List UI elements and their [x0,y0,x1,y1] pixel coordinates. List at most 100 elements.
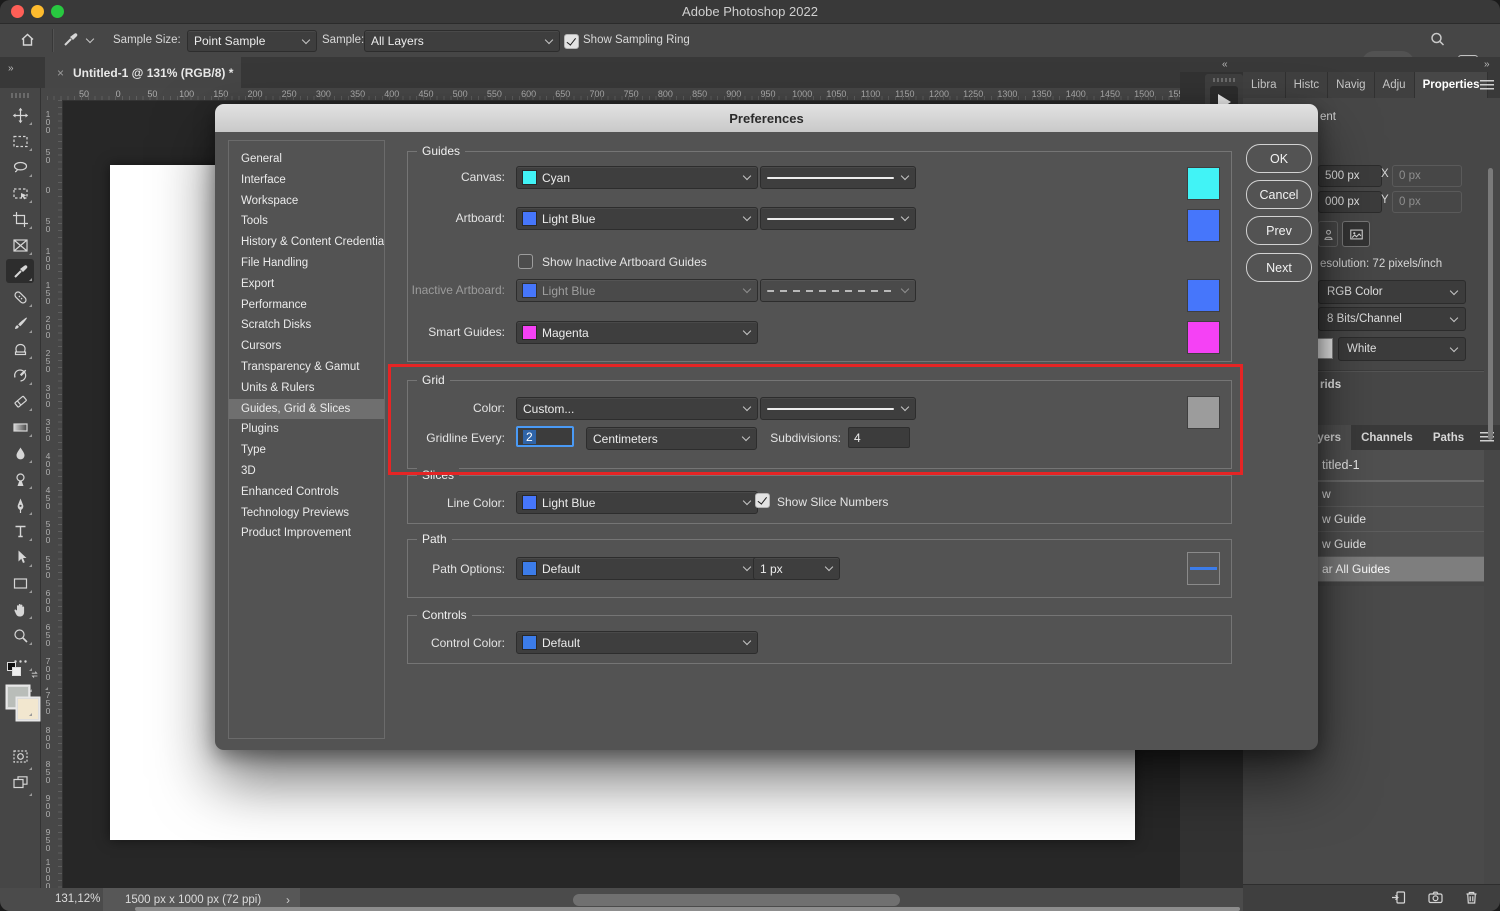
tab-libra[interactable]: Libra [1243,72,1286,98]
type-tool[interactable] [6,519,34,543]
subdivisions-input[interactable]: 4 [848,427,910,448]
chevron-down-icon [743,497,751,505]
horizontal-scrollbar[interactable] [573,894,900,906]
tab-channels[interactable]: Channels [1351,425,1423,450]
canvas-guide-style-select[interactable] [760,166,916,189]
toolbar-grip[interactable] [11,93,29,98]
control-color-select[interactable]: Default [516,631,758,654]
new-snapshot-doc-icon[interactable] [1390,889,1407,906]
tab-histc[interactable]: Histc [1286,72,1329,98]
close-icon[interactable]: × [57,66,64,80]
artboard-guide-style-select[interactable] [760,207,916,230]
sidebar-item-transparency-gamut[interactable]: Transparency & Gamut [229,357,384,378]
eyedropper-icon[interactable] [62,31,79,53]
crop-tool[interactable] [6,207,34,231]
expand-panels-icon[interactable]: » [1484,59,1489,70]
panel-scrollbar[interactable] [1488,168,1493,440]
artboard-guide-swatch[interactable] [1188,210,1219,241]
sample-size-select[interactable]: Point Sample [187,30,317,52]
lasso-tool[interactable] [6,155,34,179]
color-mode-select[interactable]: RGB Color [1318,280,1466,304]
doc-y-field[interactable]: 0 px [1392,191,1462,213]
show-inactive-artboard-guides-checkbox[interactable] [518,254,533,269]
grid-color-select[interactable]: Custom... [516,397,758,420]
sidebar-item-3d[interactable]: 3D [229,461,384,482]
canvas-guide-color-select[interactable]: Cyan [516,166,758,189]
next-button[interactable]: Next [1246,253,1312,282]
blur-tool[interactable] [6,441,34,465]
prev-button[interactable]: Prev [1246,216,1312,245]
eraser-tool[interactable] [6,389,34,413]
bit-depth-select[interactable]: 8 Bits/Channel [1318,307,1466,331]
dodge-tool[interactable] [6,467,34,491]
show-sampling-ring-checkbox[interactable] [564,34,579,49]
eyedropper-tool[interactable] [6,259,34,283]
slice-line-color-select[interactable]: Light Blue [516,491,758,514]
healing-brush-tool[interactable] [6,285,34,309]
sidebar-item-product-improvement[interactable]: Product Improvement [229,523,384,544]
gradient-tool[interactable] [6,415,34,439]
pen-tool[interactable] [6,493,34,517]
screen-mode-icon[interactable] [6,766,34,798]
sidebar-item-general[interactable]: General [229,149,384,170]
path-width-select[interactable]: 1 px [753,557,840,580]
brush-tool[interactable] [6,311,34,335]
portrait-orientation-icon[interactable] [1318,221,1338,247]
grid-style-select[interactable] [760,397,916,420]
sidebar-item-cursors[interactable]: Cursors [229,336,384,357]
object-selection-tool[interactable] [6,181,34,205]
grid-color-swatch[interactable] [1188,397,1219,428]
horizontal-ruler[interactable]: 5005010015020025030035040045050055060065… [40,88,1185,101]
ok-button[interactable]: OK [1246,144,1312,173]
vertical-ruler[interactable]: 1005005010015020025030035040045050055060… [40,100,63,888]
sidebar-item-performance[interactable]: Performance [229,295,384,316]
canvas-guide-swatch[interactable] [1188,168,1219,199]
background-color-swatch[interactable] [1318,339,1332,358]
home-icon[interactable] [19,31,36,53]
trash-icon[interactable] [1463,889,1480,906]
doc-width-field[interactable]: 500 px [1318,165,1382,187]
artboard-guide-color-select[interactable]: Light Blue [516,207,758,230]
tab-adju[interactable]: Adju [1375,72,1415,98]
zoom-tool[interactable] [6,623,34,647]
background-color-select[interactable]: White [1338,337,1466,361]
doc-x-field[interactable]: 0 px [1392,165,1462,187]
chevron-right-icon[interactable]: › [286,893,290,907]
path-selection-tool[interactable] [6,545,34,569]
panel-grip[interactable] [1213,78,1235,82]
clone-stamp-tool[interactable] [6,337,34,361]
toolbar-collapse-icon[interactable]: » [8,63,13,74]
frame-tool[interactable] [6,233,34,257]
foreground-background-swatches[interactable] [6,686,34,718]
search-icon[interactable] [1429,31,1446,53]
marquee-tool[interactable] [6,129,34,153]
inactive-artboard-swatch[interactable] [1188,280,1219,311]
tab-paths[interactable]: Paths [1423,425,1474,450]
camera-icon[interactable] [1427,889,1444,906]
landscape-orientation-icon[interactable] [1342,221,1370,247]
history-brush-tool[interactable] [6,363,34,387]
tab-navig[interactable]: Navig [1328,72,1374,98]
zoom-level[interactable]: 131,12% [55,893,100,905]
sample-select[interactable]: All Layers [364,30,560,52]
smart-guides-color-select[interactable]: Magenta [516,321,758,344]
doc-height-field[interactable]: 000 px [1318,191,1382,213]
panel-menu-icon[interactable] [1480,80,1494,90]
path-options-select[interactable]: Default [516,557,758,580]
sidebar-item-history-content-credentials[interactable]: History & Content Credentials [229,232,384,253]
move-tool[interactable] [6,103,34,127]
show-slice-numbers-checkbox[interactable] [755,493,770,508]
tools-panel [0,88,41,888]
collapse-panels-icon[interactable]: « [1222,59,1227,70]
sidebar-item-units-rulers[interactable]: Units & Rulers [229,378,384,399]
sidebar-item-workspace[interactable]: Workspace [229,191,384,212]
hand-tool[interactable] [6,597,34,621]
chevron-down-icon[interactable] [86,35,94,43]
gridline-every-input[interactable]: 2 [516,426,574,447]
cancel-button[interactable]: Cancel [1246,180,1312,209]
document-tab[interactable]: × Untitled-1 @ 131% (RGB/8) * [45,57,241,88]
sidebar-item-file-handling[interactable]: File Handling [229,253,384,274]
smart-guides-swatch[interactable] [1188,322,1219,353]
tab-properties[interactable]: Properties [1415,72,1489,98]
shape-tool[interactable] [6,571,34,595]
